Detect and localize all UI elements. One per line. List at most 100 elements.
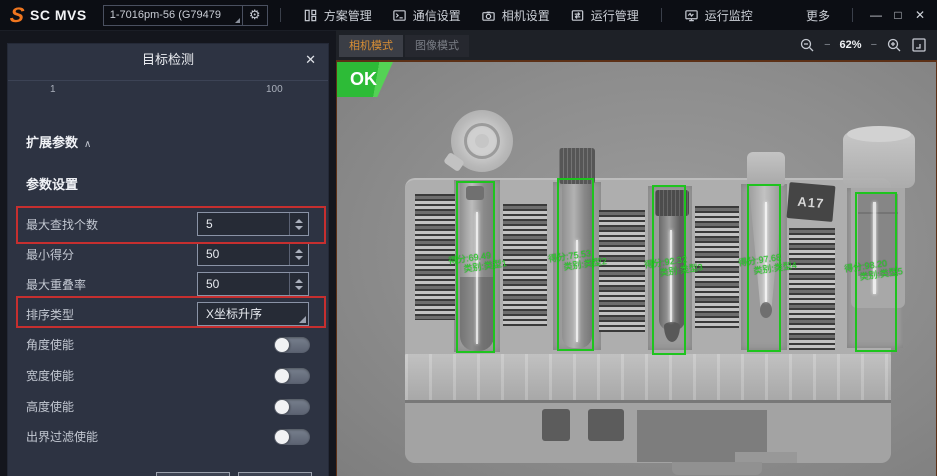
max-overlap-input[interactable]: 50 bbox=[197, 272, 309, 296]
param-label: 高度使能 bbox=[26, 394, 74, 420]
maximize-button[interactable]: □ bbox=[887, 8, 909, 22]
menu-item-label: 运行管理 bbox=[591, 7, 639, 24]
toggle-knob bbox=[275, 369, 289, 383]
status-badge: OK bbox=[337, 62, 393, 97]
sort-type-dropdown[interactable]: X坐标升序 bbox=[197, 302, 309, 326]
toggle-knob bbox=[275, 338, 289, 352]
panel-title: 目标检测 bbox=[8, 44, 328, 76]
more-menu-button[interactable]: 更多 bbox=[796, 7, 840, 24]
spinner-arrows-icon[interactable] bbox=[289, 273, 308, 295]
menu-item-run-monitoring[interactable]: 运行监控 bbox=[674, 7, 763, 24]
param-label: 角度使能 bbox=[26, 332, 74, 358]
zoom-in-button[interactable] bbox=[886, 37, 902, 53]
fit-view-button[interactable] bbox=[911, 37, 927, 53]
zoom-separator: − bbox=[824, 39, 830, 51]
gear-icon: ⚙ bbox=[249, 7, 261, 23]
minimize-button[interactable]: — bbox=[865, 8, 887, 22]
input-value: 50 bbox=[206, 243, 219, 265]
solution-icon bbox=[303, 8, 318, 23]
viewer-tab-bar: 相机模式 图像模式 − 62% − bbox=[336, 30, 937, 60]
spinner-arrows-icon[interactable] bbox=[289, 243, 308, 265]
zoom-separator: − bbox=[871, 39, 877, 51]
tab-camera-mode[interactable]: 相机模式 bbox=[339, 35, 403, 57]
brand-logo-icon: S bbox=[9, 5, 25, 26]
rack-position-label: A17 bbox=[787, 182, 836, 222]
toolbar-divider bbox=[280, 8, 281, 22]
param-row-width-enable: 宽度使能 bbox=[8, 363, 328, 389]
panel-divider bbox=[8, 80, 328, 81]
param-row-height-enable: 高度使能 bbox=[8, 394, 328, 420]
top-bar: S SC MVS 1-7016pm-56 (G79479 ⚙ 方案管理 bbox=[0, 0, 937, 31]
panel-close-icon[interactable]: ✕ bbox=[305, 52, 316, 68]
zoom-level: 62% bbox=[840, 39, 862, 51]
tube5-cap-top bbox=[847, 126, 911, 142]
rack-notch bbox=[588, 409, 624, 441]
device-selector-value: 1-7016pm-56 (G79479 bbox=[110, 9, 221, 21]
terminal-icon bbox=[392, 8, 407, 23]
param-row-sort-type: 排序类型 X坐标升序 bbox=[8, 302, 328, 328]
device-selector-group: 1-7016pm-56 (G79479 ⚙ bbox=[103, 5, 268, 26]
min-score-input[interactable]: 50 bbox=[197, 242, 309, 266]
barcode-strip bbox=[599, 210, 645, 332]
collapse-caret-icon: ∧ bbox=[84, 139, 91, 150]
dropdown-corner-icon bbox=[235, 18, 240, 23]
section-label: 参数设置 bbox=[26, 177, 78, 192]
target-detection-panel: 目标检测 ✕ 1 100 扩展参数∧ 参数设置 最大查找个数 5 最小得分 50 bbox=[8, 44, 328, 476]
menu-item-camera-settings[interactable]: 相机设置 bbox=[471, 7, 560, 24]
rack-notch bbox=[542, 409, 570, 441]
device-selector-dropdown[interactable]: 1-7016pm-56 (G79479 bbox=[103, 5, 242, 26]
param-label: 排序类型 bbox=[26, 302, 74, 328]
param-label: 最小得分 bbox=[26, 242, 74, 268]
brand-name: SC MVS bbox=[30, 7, 87, 23]
close-window-button[interactable]: ✕ bbox=[909, 8, 931, 22]
toggle-knob bbox=[275, 430, 289, 444]
input-value: 50 bbox=[206, 273, 219, 295]
slider-tick-max: 100 bbox=[266, 84, 283, 95]
run-management-icon bbox=[570, 8, 585, 23]
monitor-icon bbox=[684, 8, 699, 23]
tube1-cap-center bbox=[475, 134, 489, 148]
app-logo: S SC MVS bbox=[10, 5, 87, 26]
outbound-filter-enable-toggle[interactable] bbox=[274, 429, 310, 445]
input-value: 5 bbox=[206, 213, 213, 235]
width-enable-toggle[interactable] bbox=[274, 368, 310, 384]
camera-image-canvas[interactable]: A17 bbox=[336, 60, 937, 476]
param-label: 出界过滤使能 bbox=[26, 424, 98, 450]
param-row-angle-enable: 角度使能 bbox=[8, 332, 328, 358]
barcode-strip bbox=[503, 204, 547, 326]
panel-header: 目标检测 ✕ bbox=[8, 44, 328, 78]
height-enable-toggle[interactable] bbox=[274, 399, 310, 415]
confirm-button[interactable] bbox=[156, 472, 230, 476]
param-row-min-score: 最小得分 50 bbox=[8, 242, 328, 268]
menu-item-label: 通信设置 bbox=[413, 7, 461, 24]
device-settings-button[interactable]: ⚙ bbox=[242, 5, 268, 26]
menu-item-label: 相机设置 bbox=[502, 7, 550, 24]
toolbar-divider bbox=[661, 8, 662, 22]
spinner-arrows-icon[interactable] bbox=[289, 213, 308, 235]
param-row-max-overlap: 最大重叠率 50 bbox=[8, 272, 328, 298]
param-row-max-count: 最大查找个数 5 bbox=[8, 212, 328, 238]
param-label: 最大查找个数 bbox=[26, 212, 98, 238]
max-count-input[interactable]: 5 bbox=[197, 212, 309, 236]
dropdown-corner-icon bbox=[299, 316, 306, 323]
slider-tick-min: 1 bbox=[50, 84, 56, 95]
image-viewer: 相机模式 图像模式 − 62% − bbox=[336, 30, 937, 476]
dropdown-value: X坐标升序 bbox=[206, 303, 262, 325]
cancel-button[interactable] bbox=[238, 472, 312, 476]
tab-image-mode[interactable]: 图像模式 bbox=[405, 35, 469, 57]
camera-icon bbox=[481, 8, 496, 23]
app-window: S SC MVS 1-7016pm-56 (G79479 ⚙ 方案管理 bbox=[0, 0, 937, 476]
zoom-out-button[interactable] bbox=[799, 37, 815, 53]
section-expand-params[interactable]: 扩展参数∧ bbox=[26, 132, 91, 151]
rack-din-tab bbox=[672, 462, 762, 475]
angle-enable-toggle[interactable] bbox=[274, 337, 310, 353]
param-label: 最大重叠率 bbox=[26, 272, 86, 298]
toolbar-divider bbox=[852, 8, 853, 22]
menu-item-solution-management[interactable]: 方案管理 bbox=[293, 7, 382, 24]
barcode-strip bbox=[789, 228, 835, 350]
section-param-settings: 参数设置 bbox=[26, 174, 78, 193]
menu-item-run-management[interactable]: 运行管理 bbox=[560, 7, 649, 24]
menu-item-communication-settings[interactable]: 通信设置 bbox=[382, 7, 471, 24]
tube4-cap bbox=[747, 152, 785, 186]
rack-rail bbox=[405, 354, 891, 400]
